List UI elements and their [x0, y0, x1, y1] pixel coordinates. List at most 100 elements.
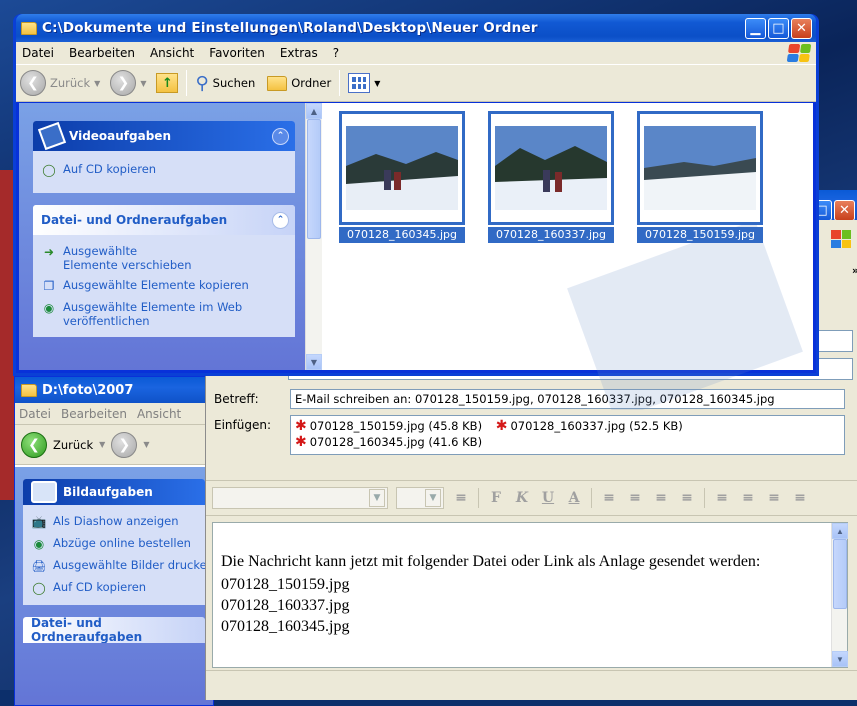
collapse-chevron-icon[interactable]: ⌃: [272, 127, 289, 145]
picture-tasks-header[interactable]: Bildaufgaben: [23, 479, 205, 505]
video-tasks-header[interactable]: Videoaufgaben ⌃: [33, 121, 295, 151]
close-icon[interactable]: ✕: [834, 200, 855, 221]
message-scrollbar[interactable]: ▲ ▼: [831, 523, 848, 667]
outdent-icon[interactable]: ≡: [652, 490, 670, 506]
indent-icon[interactable]: ≡: [678, 490, 696, 506]
back-menubar: Datei Bearbeiten Ansicht: [15, 403, 213, 425]
chevron-down-icon[interactable]: ▼: [143, 440, 149, 449]
scroll-up-icon[interactable]: ▲: [306, 103, 322, 119]
attachment-item[interactable]: ✱ 070128_160337.jpg (52.5 KB): [496, 418, 683, 434]
back-button-label[interactable]: Zurück: [53, 438, 93, 452]
close-icon[interactable]: ✕: [791, 17, 812, 39]
menu-bearbeiten[interactable]: Bearbeiten: [61, 407, 127, 421]
task-pane-scrollbar[interactable]: ▲ ▼: [305, 103, 322, 370]
chevron-down-icon[interactable]: ▼: [99, 440, 105, 449]
up-folder-icon[interactable]: ↑: [156, 73, 179, 93]
message-body[interactable]: Die Nachricht kann jetzt mit folgender D…: [212, 522, 848, 668]
collapse-chevron-icon[interactable]: ⌃: [272, 211, 289, 229]
attachment-item[interactable]: ✱ 070128_160345.jpg (41.6 KB): [295, 434, 482, 450]
search-icon[interactable]: ⚲: [195, 73, 208, 94]
divider: [478, 488, 479, 508]
menu-ansicht[interactable]: Ansicht: [150, 46, 194, 60]
menu-favoriten[interactable]: Favoriten: [209, 46, 265, 60]
picture-tasks-title: Bildaufgaben: [63, 485, 153, 499]
scroll-down-icon[interactable]: ▼: [306, 354, 322, 370]
forward-arrow-icon[interactable]: ❯: [111, 431, 138, 458]
front-menubar: Datei Bearbeiten Ansicht Favoriten Extra…: [16, 42, 816, 64]
email-status-bar: [206, 670, 857, 700]
chevron-down-icon[interactable]: ▼: [94, 79, 100, 88]
forward-arrow-icon[interactable]: ❯: [110, 70, 137, 96]
task-move-items[interactable]: ➜ Ausgewählte Elemente verschieben: [33, 241, 295, 275]
windows-flag-icon: [786, 44, 812, 62]
views-icon[interactable]: [348, 73, 371, 93]
chevron-down-icon[interactable]: ▼: [374, 79, 380, 88]
thumbnail-image: [637, 111, 763, 225]
align-right-icon[interactable]: ≡: [765, 490, 783, 506]
justify-icon[interactable]: ≡: [791, 490, 809, 506]
front-explorer-window[interactable]: C:\Dokumente und Einstellungen\Roland\De…: [13, 14, 819, 410]
menu-extras[interactable]: Extras: [280, 46, 318, 60]
menu-datei[interactable]: Datei: [22, 46, 54, 60]
task-copy-items[interactable]: ❐ Ausgewählte Elemente kopieren: [33, 275, 295, 297]
font-select[interactable]: ▼: [212, 487, 388, 509]
align-center-icon[interactable]: ≡: [739, 490, 757, 506]
body-line: 070128_150159.jpg: [221, 576, 350, 593]
font-color-button[interactable]: A: [565, 490, 583, 506]
back-button-label[interactable]: Zurück: [50, 76, 90, 90]
menu-bearbeiten[interactable]: Bearbeiten: [69, 46, 135, 60]
attachments-field[interactable]: ✱ 070128_150159.jpg (45.8 KB) ✱ 070128_160…: [290, 415, 845, 455]
thumbnail-item[interactable]: 070128_160337.jpg: [488, 111, 614, 243]
italic-button[interactable]: K: [513, 490, 531, 506]
maximize-icon[interactable]: □: [768, 17, 789, 39]
numbered-list-icon[interactable]: ≡: [600, 490, 618, 506]
menu-datei[interactable]: Datei: [19, 407, 51, 421]
back-arrow-icon[interactable]: ❮: [21, 431, 47, 458]
search-button[interactable]: Suchen: [213, 76, 256, 90]
divider: [704, 488, 705, 508]
task-copy-cd[interactable]: ◯ Auf CD kopieren: [23, 577, 205, 599]
task-copy-cd[interactable]: ◯ Auf CD kopieren: [33, 159, 295, 181]
attachment-label: 070128_160345.jpg (41.6 KB): [309, 435, 483, 449]
scroll-up-icon[interactable]: ▲: [832, 523, 848, 539]
toolbar-overflow-icon[interactable]: »: [852, 264, 857, 277]
underline-button[interactable]: U: [539, 490, 557, 506]
bold-button[interactable]: F: [487, 490, 505, 506]
back-file-tasks-header[interactable]: Datei- und Ordneraufgaben: [23, 617, 205, 643]
align-left-icon[interactable]: ≡: [713, 490, 731, 506]
thumbnail-item[interactable]: 070128_150159.jpg: [637, 111, 763, 243]
attachment-item[interactable]: ✱ 070128_150159.jpg (45.8 KB): [295, 418, 482, 434]
menu-ansicht[interactable]: Ansicht: [137, 407, 181, 421]
body-line: 070128_160337.jpg: [221, 597, 350, 614]
task-slideshow[interactable]: 📺 Als Diashow anzeigen: [23, 511, 205, 533]
windows-flag-icon: [831, 230, 851, 248]
image-file-icon: ✱: [295, 434, 307, 450]
style-icon[interactable]: ≡: [452, 490, 470, 506]
scroll-thumb[interactable]: [833, 539, 847, 609]
back-window-titlebar[interactable]: D:\foto\2007: [15, 377, 213, 403]
task-order-prints[interactable]: ◉ Abzüge online bestellen: [23, 533, 205, 555]
chevron-down-icon[interactable]: ▼: [140, 79, 146, 88]
font-size-select[interactable]: ▼: [396, 487, 444, 509]
back-explorer-window[interactable]: D:\foto\2007 Datei Bearbeiten Ansicht ❮ …: [14, 376, 214, 706]
back-arrow-icon[interactable]: ❮: [20, 70, 46, 96]
printer-icon: 🖨: [31, 559, 47, 573]
menu-help[interactable]: ?: [333, 46, 339, 60]
scroll-down-icon[interactable]: ▼: [832, 651, 848, 667]
cd-icon: ◯: [32, 581, 46, 595]
bullet-list-icon[interactable]: ≡: [626, 490, 644, 506]
file-tasks-title: Datei- und Ordneraufgaben: [41, 213, 228, 227]
task-label: Ausgewählte Elemente kopieren: [63, 278, 249, 292]
front-window-titlebar[interactable]: C:\Dokumente und Einstellungen\Roland\De…: [16, 14, 816, 42]
video-tasks-panel: Videoaufgaben ⌃ ◯ Auf CD kopieren: [33, 121, 295, 193]
picture-tasks-panel: Bildaufgaben 📺 Als Diashow anzeigen ◉ Ab…: [23, 479, 205, 605]
folders-icon[interactable]: [267, 75, 288, 91]
thumbnail-item[interactable]: 070128_160345.jpg: [339, 111, 465, 243]
minimize-icon[interactable]: ▁: [745, 17, 766, 39]
file-tasks-header[interactable]: Datei- und Ordneraufgaben ⌃: [33, 205, 295, 235]
task-print-pictures[interactable]: 🖨 Ausgewählte Bilder drucken: [23, 555, 205, 577]
scroll-thumb[interactable]: [307, 119, 321, 239]
task-publish-web[interactable]: ◉ Ausgewählte Elemente im Web veröffentl…: [33, 297, 295, 331]
thumbnail-image: [488, 111, 614, 225]
folders-button[interactable]: Ordner: [291, 76, 331, 90]
